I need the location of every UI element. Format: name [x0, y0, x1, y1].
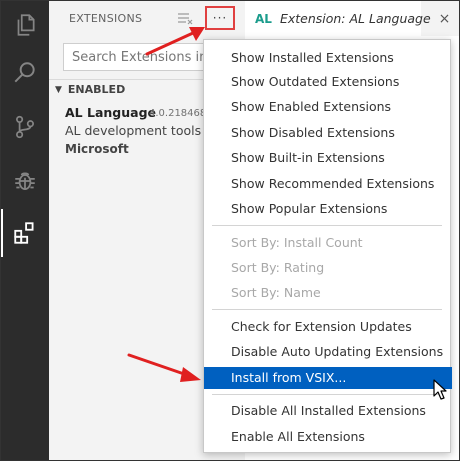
extension-description: AL development tools fo [65, 123, 218, 138]
extension-publisher: Microsoft [65, 142, 129, 156]
debug-icon [15, 172, 35, 190]
annotation-arrow-install-vsix [127, 353, 201, 382]
debug-button[interactable] [1, 157, 49, 205]
section-label: ENABLED [67, 83, 126, 96]
explorer-button[interactable] [1, 1, 49, 49]
menu-item-show-recommended[interactable]: Show Recommended Extensions [204, 173, 452, 195]
menu-item-install-from-vsix[interactable]: Install from VSIX... [204, 367, 452, 389]
source-control-icon [16, 115, 34, 139]
menu-item-sort-install-count: Sort By: Install Count [231, 235, 363, 250]
menu-item-check-updates[interactable]: Check for Extension Updates [204, 316, 452, 338]
more-actions-icon: ··· [212, 11, 228, 25]
menu-item-show-outdated[interactable]: Show Outdated Extensions [204, 71, 452, 93]
search-button[interactable] [1, 49, 49, 97]
tab-strip: AL Extension: AL Language × [245, 1, 459, 36]
tab-title: Extension: AL Language [279, 11, 431, 26]
menu-item-disable-auto-updating[interactable]: Disable Auto Updating Extensions [204, 341, 452, 363]
menu-item-show-installed[interactable]: Show Installed Extensions [204, 47, 452, 69]
menu-item-show-builtin[interactable]: Show Built-in Extensions [204, 147, 452, 169]
menu-separator [212, 394, 442, 395]
vscode-window: EXTENSIONS ··· Search Extensions in Ma ▼… [0, 0, 460, 461]
menu-separator [212, 309, 442, 310]
cursor-icon [433, 379, 447, 400]
activity-bar [1, 1, 49, 460]
explorer-icon [17, 14, 35, 36]
extension-name[interactable]: AL Language [65, 105, 156, 120]
extensions-icon [14, 222, 34, 244]
menu-separator [212, 225, 442, 226]
menu-item-show-enabled[interactable]: Show Enabled Extensions [204, 96, 452, 118]
tab-extension-al-language[interactable]: AL Extension: AL Language × [245, 1, 450, 36]
menu-item-sort-rating: Sort By: Rating [231, 260, 325, 275]
search-icon [14, 62, 35, 83]
menu-item-disable-all-installed[interactable]: Disable All Installed Extensions [204, 400, 452, 422]
annotation-arrow-more-actions [145, 27, 205, 56]
extension-version: 4.0.218468 [149, 108, 207, 119]
al-language-icon: AL [255, 11, 272, 26]
source-control-button[interactable] [1, 103, 49, 151]
close-icon[interactable]: × [439, 11, 451, 27]
extensions-button[interactable] [1, 209, 49, 257]
extensions-context-menu: Show Installed Extensions Show Outdated … [203, 39, 452, 453]
menu-item-sort-name: Sort By: Name [231, 285, 321, 300]
menu-item-show-popular[interactable]: Show Popular Extensions [204, 198, 452, 220]
chevron-down-icon: ▼ [55, 84, 62, 95]
sidebar-title: EXTENSIONS [69, 12, 143, 25]
menu-item-enable-all[interactable]: Enable All Extensions [204, 426, 452, 448]
menu-item-show-disabled[interactable]: Show Disabled Extensions [204, 122, 452, 144]
